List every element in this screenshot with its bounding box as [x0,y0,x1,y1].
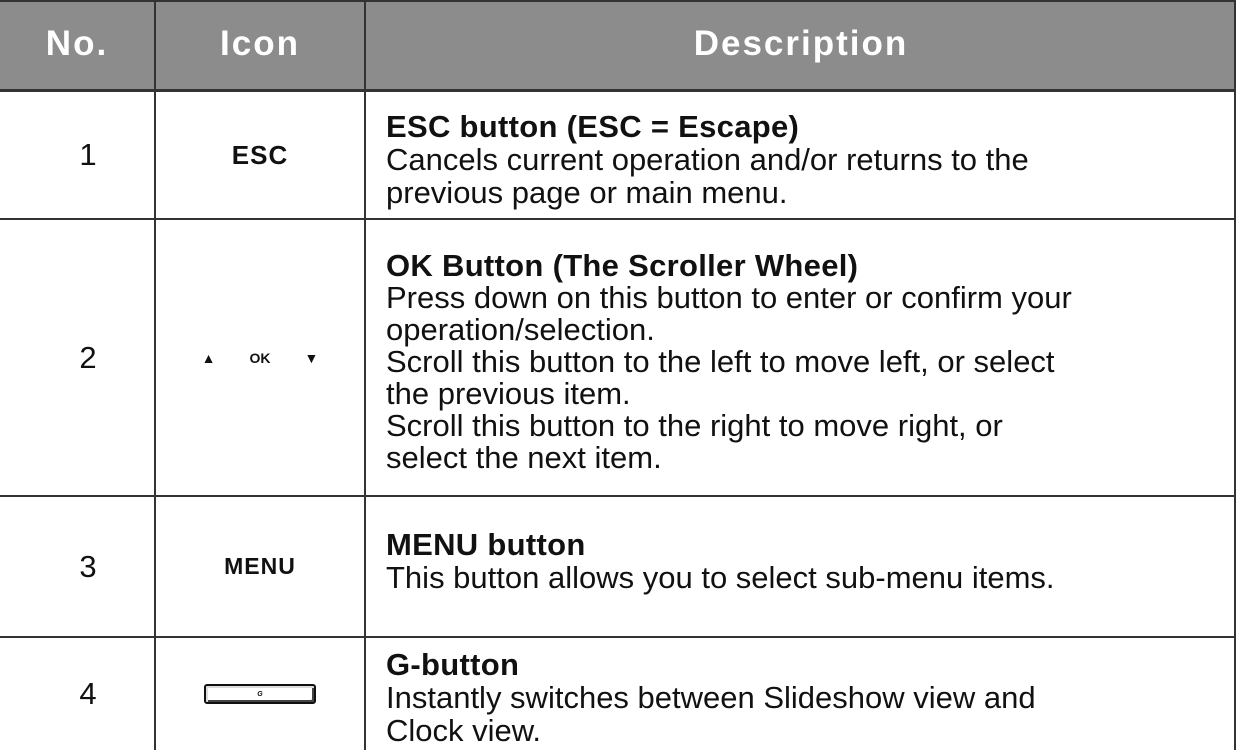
row-number: 1 [79,137,97,172]
row-title: G-button [386,647,520,682]
row-number: 4 [79,676,97,711]
row-title: MENU button [386,527,586,562]
header-icon: Icon [220,23,300,63]
g-button-icon: G [156,638,364,750]
row-number: 2 [79,339,97,375]
row-line: previous page or main menu. [386,175,788,210]
g-label: G [257,690,263,698]
row-line: the previous item. [386,376,631,411]
row-title: OK Button (The Scroller Wheel) [386,248,859,283]
header-description: Description [693,23,909,63]
row-line: This button allows you to select sub-men… [386,560,1055,595]
button-reference-table: No. Icon Description 1 ESC ESC button (E… [0,0,1236,750]
header-no: No. [45,23,109,63]
row-description: MENU button This button allows you to se… [386,528,1232,594]
esc-icon: ESC [231,139,289,170]
row-line: Scroll this button to the left to move l… [386,344,1055,379]
scroller-wheel-icon: ▲ OK ▼ [156,220,364,495]
row-line: operation/selection. [386,312,655,347]
row-line: Scroll this button to the right to move … [386,408,1003,443]
row-line: Cancels current operation and/or returns… [386,142,1029,177]
row-line: Press down on this button to enter or co… [386,280,1072,315]
arrow-down-icon: ▼ [304,349,319,366]
row-description: ESC button (ESC = Escape) Cancels curren… [386,110,1232,209]
row-title: ESC button (ESC = Escape) [386,109,800,144]
arrow-up-icon: ▲ [201,349,216,366]
row-number: 3 [79,548,97,584]
row-line: Instantly switches between Slideshow vie… [386,680,1036,715]
ok-label: OK [249,349,271,366]
row-description: OK Button (The Scroller Wheel) Press dow… [386,250,1232,474]
row-description: G-button Instantly switches between Slid… [386,648,1232,747]
row-line: select the next item. [386,440,662,475]
row-line: Clock view. [386,713,542,748]
menu-icon: MENU [224,553,296,579]
